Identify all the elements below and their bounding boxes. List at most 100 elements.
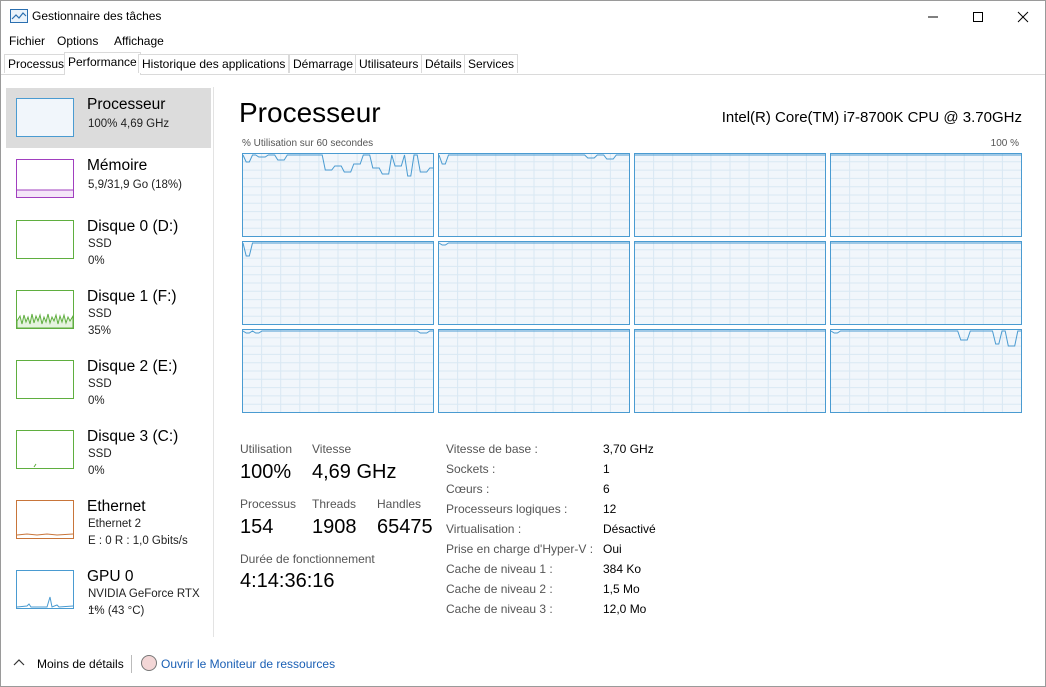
chevron-up-icon[interactable]	[13, 658, 25, 666]
vitesse-value: 4,69 GHz	[312, 461, 397, 483]
processus-value: 154	[240, 516, 274, 538]
logical-processor-graph	[634, 241, 826, 325]
task-manager-window: Gestionnaire des tâches Fichier Options …	[0, 0, 1046, 687]
info-value: 12	[603, 502, 617, 516]
ethernet-thumbnail	[16, 500, 74, 539]
info-label: Cœurs :	[446, 482, 490, 496]
sidebar-item-title: Mémoire	[87, 157, 148, 174]
sidebar-item-type: SSD	[88, 448, 112, 460]
info-label: Prise en charge d'Hyper-V :	[446, 542, 594, 556]
tab-services[interactable]: Services	[464, 54, 519, 73]
graph-caption: % Utilisation sur 60 secondes	[242, 138, 374, 149]
sidebar-item-usage: 0%	[88, 465, 105, 477]
sidebar-item-disque-3[interactable]: Disque 3 (C:) SSD 0%	[6, 428, 211, 499]
sidebar-item-type: SSD	[88, 378, 112, 390]
logical-processor-graphs[interactable]	[242, 153, 1022, 415]
maximize-icon	[973, 12, 983, 22]
tab-processus[interactable]: Processus	[4, 54, 69, 73]
sidebar-item-processeur[interactable]: Processeur 100% 4,69 GHz	[6, 88, 211, 148]
threads-value: 1908	[312, 516, 357, 538]
threads-label: Threads	[312, 497, 357, 511]
logical-processor-graph	[830, 329, 1022, 413]
sidebar-item-detail: 100% 4,69 GHz	[88, 118, 170, 130]
processus-label: Processus	[240, 497, 297, 511]
maximize-button[interactable]	[954, 1, 1000, 31]
sidebar-item-title: Processeur	[87, 96, 166, 113]
info-value: 12,0 Mo	[603, 602, 647, 616]
window-title: Gestionnaire des tâches	[32, 9, 162, 23]
logical-processor-graph	[634, 153, 826, 237]
sidebar-item-usage: 1% (43 °C)	[88, 605, 145, 617]
sidebar-item-disque-0[interactable]: Disque 0 (D:) SSD 0%	[6, 218, 211, 289]
disk-thumbnail	[16, 360, 74, 399]
sidebar-item-ethernet[interactable]: Ethernet Ethernet 2 E : 0 R : 1,0 Gbits/…	[6, 498, 211, 569]
handles-label: Handles	[377, 497, 422, 511]
info-label: Processeurs logiques :	[446, 502, 568, 516]
cpu-thumbnail	[16, 98, 74, 137]
sidebar-item-type: SSD	[88, 308, 112, 320]
resource-monitor-icon[interactable]	[141, 655, 157, 671]
sidebar-item-disque-1[interactable]: Disque 1 (F:) SSD 35%	[6, 288, 211, 359]
logical-processor-graph	[830, 241, 1022, 325]
page-title: Processeur	[239, 97, 381, 128]
close-button[interactable]	[999, 1, 1045, 31]
info-value: 6	[603, 482, 610, 496]
menu-affichage[interactable]: Affichage	[114, 34, 164, 48]
sidebar-item-adapter: Ethernet 2	[88, 518, 142, 530]
logical-processor-graph	[438, 153, 630, 237]
tab-historique[interactable]: Historique des applications	[138, 54, 290, 73]
logical-processor-graph	[830, 153, 1022, 237]
uptime-label: Durée de fonctionnement	[240, 552, 375, 566]
sidebar-item-title: Disque 0 (D:)	[87, 218, 179, 235]
logical-processor-graph	[242, 329, 434, 413]
disk-thumbnail	[16, 290, 74, 329]
menu-fichier[interactable]: Fichier	[9, 34, 45, 48]
resource-sidebar: Processeur 100% 4,69 GHz Mémoire 5,9/31,…	[6, 88, 211, 636]
uptime-value: 4:14:36:16	[240, 570, 335, 592]
tab-utilisateurs[interactable]: Utilisateurs	[355, 54, 423, 73]
sidebar-item-detail: 5,9/31,9 Go (18%)	[88, 179, 182, 191]
sidebar-item-title: Disque 3 (C:)	[87, 428, 179, 445]
info-value: 3,70 GHz	[603, 442, 654, 456]
sidebar-item-usage: 35%	[88, 325, 112, 337]
open-resource-monitor-link[interactable]: Ouvrir le Moniteur de ressources	[161, 657, 335, 671]
tab-details[interactable]: Détails	[421, 54, 466, 73]
sidebar-item-disque-2[interactable]: Disque 2 (E:) SSD 0%	[6, 358, 211, 429]
info-value: Oui	[603, 542, 622, 556]
gpu-thumbnail	[16, 570, 74, 609]
info-label: Virtualisation :	[446, 522, 522, 536]
info-label: Cache de niveau 3 :	[446, 602, 553, 616]
tab-demarrage[interactable]: Démarrage	[289, 54, 358, 73]
tab-strip: Processus Performance Historique des app…	[1, 52, 1045, 75]
info-label: Vitesse de base :	[446, 442, 538, 456]
utilisation-value: 100%	[240, 461, 292, 483]
minimize-icon	[928, 16, 938, 18]
sidebar-item-title: Disque 2 (E:)	[87, 358, 178, 375]
tab-performance[interactable]: Performance	[64, 52, 141, 75]
minimize-button[interactable]	[909, 1, 955, 31]
memory-thumbnail	[16, 159, 74, 198]
sidebar-item-title: Disque 1 (F:)	[87, 288, 177, 305]
vitesse-label: Vitesse	[312, 442, 352, 456]
sidebar-item-usage: 0%	[88, 395, 105, 407]
sidebar-item-gpu[interactable]: GPU 0 NVIDIA GeForce RTX ... 1% (43 °C)	[6, 568, 211, 639]
close-icon	[1017, 11, 1029, 23]
logical-processor-graph	[634, 329, 826, 413]
menu-bar: Fichier Options Affichage	[1, 31, 1045, 51]
logical-processor-graph	[242, 153, 434, 237]
cpu-model-name: Intel(R) Core(TM) i7-8700K CPU @ 3.70GHz	[721, 109, 1022, 126]
fewer-details-button[interactable]: Moins de détails	[37, 657, 124, 671]
info-label: Cache de niveau 2 :	[446, 582, 553, 596]
disk-thumbnail	[16, 220, 74, 259]
info-value: 384 Ko	[603, 562, 642, 576]
menu-options[interactable]: Options	[57, 34, 98, 48]
logical-processor-graph	[438, 329, 630, 413]
sidebar-item-type: SSD	[88, 238, 112, 250]
info-label: Sockets :	[446, 462, 496, 476]
title-bar[interactable]: Gestionnaire des tâches	[1, 1, 1045, 31]
info-value: 1,5 Mo	[603, 582, 640, 596]
task-manager-icon	[10, 9, 28, 23]
handles-value: 65475	[377, 516, 433, 538]
sidebar-item-usage: 0%	[88, 255, 105, 267]
cpu-graph-grid	[242, 153, 1022, 413]
